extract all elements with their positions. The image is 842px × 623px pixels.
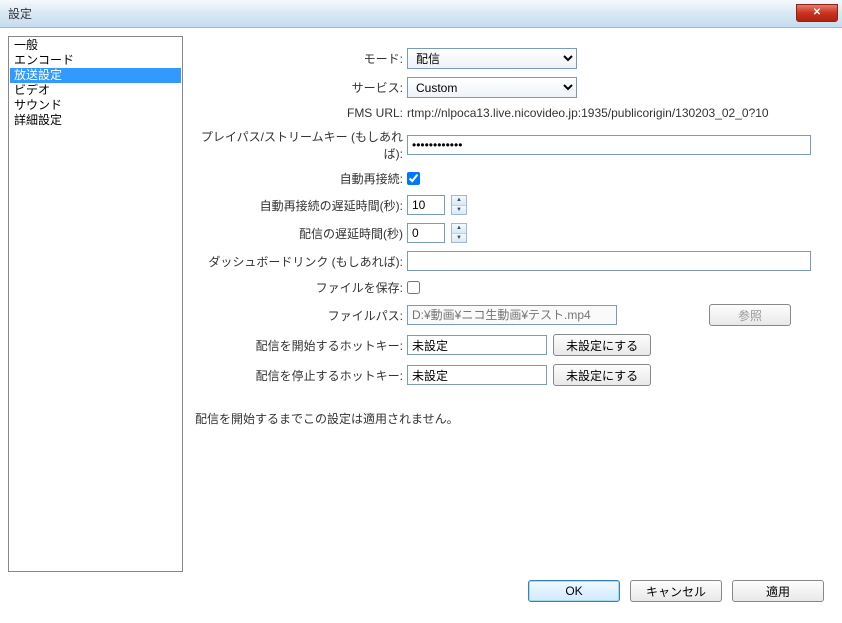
- settings-note: 配信を開始するまでこの設定は適用されません。: [195, 410, 830, 427]
- close-button[interactable]: ✕: [796, 4, 838, 22]
- stop-hotkey-input[interactable]: [407, 365, 547, 385]
- start-hotkey-label: 配信を開始するホットキー:: [191, 337, 407, 354]
- reconnect-delay-input[interactable]: [407, 195, 445, 215]
- window-title: 設定: [8, 5, 32, 22]
- fms-url-label: FMS URL:: [191, 106, 407, 120]
- sidebar: 一般 エンコード 放送設定 ビデオ サウンド 詳細設定: [8, 36, 183, 572]
- fms-url-value: rtmp://nlpoca13.live.nicovideo.jp:1935/p…: [407, 106, 769, 120]
- stream-key-label: プレイパス/ストリームキー (もしあれば):: [191, 128, 407, 162]
- close-icon: ✕: [813, 7, 821, 18]
- start-hotkey-input[interactable]: [407, 335, 547, 355]
- dashboard-link-label: ダッシュボードリンク (もしあれば):: [191, 253, 407, 270]
- service-label: サービス:: [191, 79, 407, 96]
- stream-key-input[interactable]: [407, 135, 811, 155]
- file-path-label: ファイルパス:: [191, 307, 407, 324]
- sidebar-item-sound[interactable]: サウンド: [10, 98, 181, 113]
- file-path-input: [407, 305, 617, 325]
- stream-delay-input[interactable]: [407, 223, 445, 243]
- auto-reconnect-checkbox[interactable]: [407, 172, 420, 185]
- titlebar: 設定 ✕: [0, 0, 842, 28]
- stream-delay-spinner[interactable]: ▲ ▼: [451, 223, 467, 243]
- apply-button[interactable]: 適用: [732, 580, 824, 602]
- start-hotkey-reset-button[interactable]: 未設定にする: [553, 334, 651, 356]
- sidebar-item-advanced[interactable]: 詳細設定: [10, 113, 181, 128]
- stop-hotkey-reset-button[interactable]: 未設定にする: [553, 364, 651, 386]
- spinner-up-icon[interactable]: ▲: [452, 224, 466, 234]
- sidebar-item-general[interactable]: 一般: [10, 38, 181, 53]
- reconnect-delay-label: 自動再接続の遅延時間(秒):: [191, 197, 407, 214]
- dashboard-link-input[interactable]: [407, 251, 811, 271]
- save-file-checkbox[interactable]: [407, 281, 420, 294]
- stream-delay-label: 配信の遅延時間(秒): [191, 225, 407, 242]
- browse-button: 参照: [709, 304, 791, 326]
- spinner-down-icon[interactable]: ▼: [452, 234, 466, 243]
- sidebar-item-broadcast[interactable]: 放送設定: [10, 68, 181, 83]
- spinner-down-icon[interactable]: ▼: [452, 206, 466, 215]
- auto-reconnect-label: 自動再接続:: [191, 170, 407, 187]
- sidebar-item-video[interactable]: ビデオ: [10, 83, 181, 98]
- mode-label: モード:: [191, 50, 407, 67]
- ok-button[interactable]: OK: [528, 580, 620, 602]
- form-area: モード: 配信 サービス: Custom FMS URL: rtmp://nlp…: [183, 36, 834, 572]
- reconnect-delay-spinner[interactable]: ▲ ▼: [451, 195, 467, 215]
- spinner-up-icon[interactable]: ▲: [452, 196, 466, 206]
- save-file-label: ファイルを保存:: [191, 279, 407, 296]
- cancel-button[interactable]: キャンセル: [630, 580, 722, 602]
- stop-hotkey-label: 配信を停止するホットキー:: [191, 367, 407, 384]
- button-bar: OK キャンセル 適用: [0, 580, 842, 614]
- dialog-body: 一般 エンコード 放送設定 ビデオ サウンド 詳細設定 モード: 配信 サービス…: [0, 28, 842, 580]
- sidebar-item-encode[interactable]: エンコード: [10, 53, 181, 68]
- service-select[interactable]: Custom: [407, 77, 577, 98]
- mode-select[interactable]: 配信: [407, 48, 577, 69]
